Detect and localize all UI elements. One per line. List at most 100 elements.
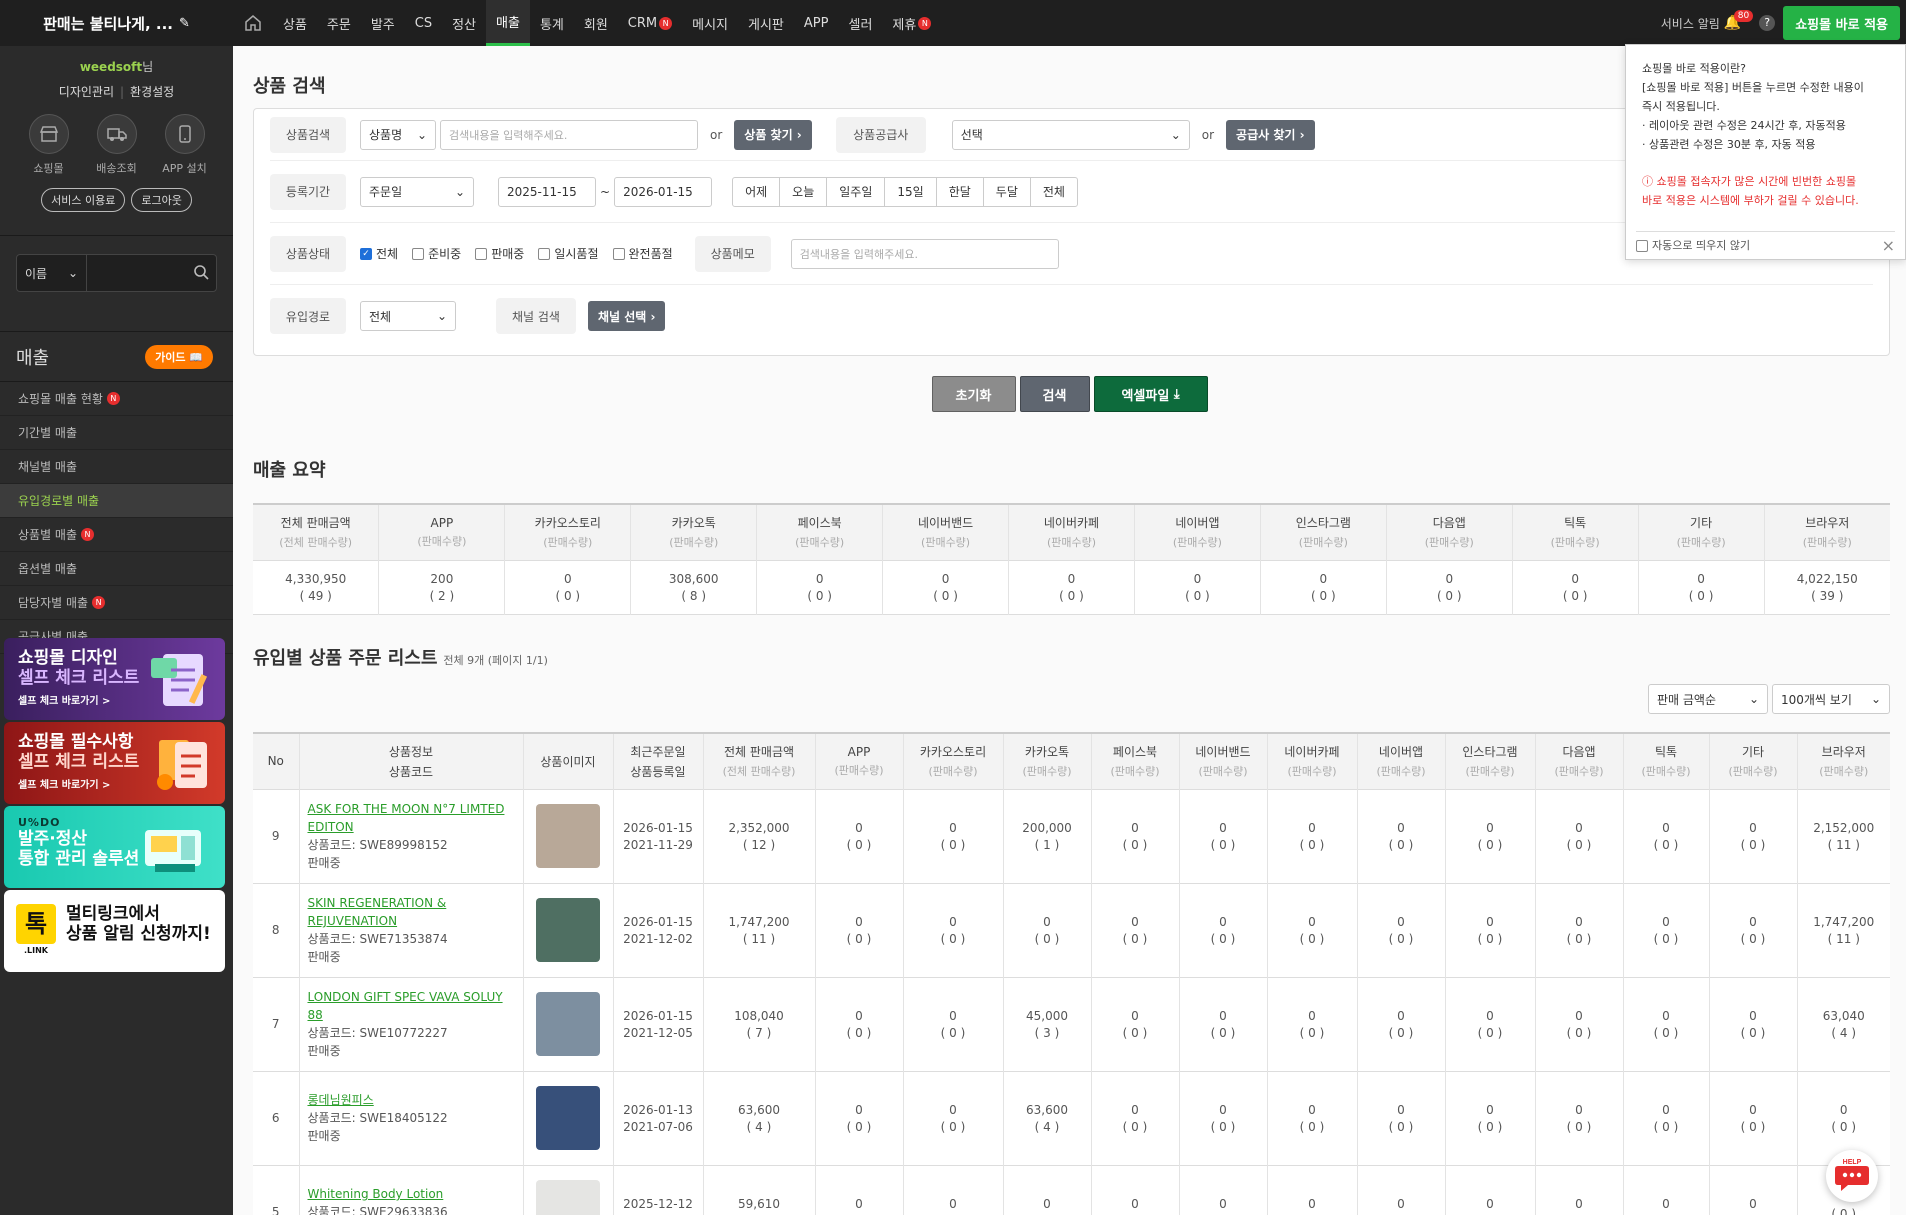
product-thumbnail[interactable] [536,1180,600,1215]
supplier-select[interactable]: 선택 ⌄ [951,119,1190,150]
page-size-select[interactable]: 100개씩 보기 ⌄ [1772,684,1890,714]
sidebar-item-6[interactable]: 담당자별 매출 N [0,586,233,620]
find-product-button[interactable]: 상품 찾기 › [734,119,812,150]
nav-item-11[interactable]: APP [794,0,839,46]
list-header-sub: (전체 판매수량) [722,765,796,779]
table-row: 7 LONDON GIFT SPEC VAVA SOLUY 88 상품코드: SWE… [253,977,1890,1071]
period-button-5[interactable]: 두달 [984,177,1031,206]
product-thumbnail[interactable] [536,1086,600,1150]
bell-icon[interactable]: 🔔 80 [1724,10,1754,31]
product-name-link[interactable]: SKIN REGENERATION & REJUVENATION [308,894,515,930]
no-auto-popup-checkbox[interactable]: 자동으로 띄우지 않기 [1636,236,1750,255]
period-button-2[interactable]: 일주일 [827,177,886,206]
nav-item-4[interactable]: 정산 [442,0,486,46]
nav-item-6[interactable]: 통계 [530,0,574,46]
sidebar-item-5[interactable]: 옵션별 매출 [0,552,233,586]
summary-header-title: 네이버카페 [1043,516,1100,531]
sales-amount: 0 [855,1196,863,1211]
banner-design-checklist[interactable]: 쇼핑몰 디자인 셀프 체크 리스트 셀프 체크 바로가기 > [4,638,225,720]
status-checkbox-2[interactable]: 판매중 [475,245,524,262]
apply-shop-button[interactable]: 쇼핑몰 바로 적용 [1783,6,1900,40]
excel-button[interactable]: 엑셀파일 ⤓ [1093,376,1208,412]
date-to-input[interactable]: 2026-01-15 [614,176,713,207]
status-checkbox-3[interactable]: 일시품절 [538,245,599,262]
service-fee-button[interactable]: 서비스 이용료 [41,188,126,212]
sidebar-item-4[interactable]: 상품별 매출 N [0,518,233,552]
registered-date: 2021-12-05 [623,1025,693,1040]
period-button-3[interactable]: 15일 [885,177,937,206]
product-field-select[interactable]: 상품명 ⌄ [360,119,436,150]
logout-button[interactable]: 로그아웃 [131,188,192,212]
nav-home[interactable] [233,0,273,46]
nav-item-3[interactable]: CS [405,0,442,46]
nav-item-7[interactable]: 회원 [574,0,618,46]
sales-amount: 2,152,000 [1813,820,1875,835]
date-from-input[interactable]: 2025-11-15 [498,176,596,207]
sales-amount: 0 [1308,1008,1316,1023]
brand-logo[interactable]: 판매는 불티나게, ... ✎ [0,0,233,46]
search-type-select[interactable]: 이름 ⌄ [17,255,87,291]
sales-amount: 0 [1662,1196,1670,1211]
summary-header: 카카오스토리 (판매수량) [504,504,632,560]
route-select[interactable]: 전체 ⌄ [360,301,456,331]
settings-link[interactable]: 환경설정 [130,85,174,99]
sort-select[interactable]: 판매 금액순 ⌄ [1648,684,1768,714]
quick-app-install[interactable]: APP 설치 [158,114,212,176]
search-icon[interactable] [186,264,216,283]
channel-select-button[interactable]: 채널 선택 › [588,301,666,331]
reset-button[interactable]: 초기화 [931,376,1016,412]
service-alert-label[interactable]: 서비스 알림 [1661,15,1720,32]
quick-delivery[interactable]: 배송조회 [90,114,144,176]
nav-item-13[interactable]: 제휴 N [882,0,941,46]
memo-input[interactable]: 검색내용을 입력해주세요. [790,238,1059,269]
design-manage-link[interactable]: 디자인관리 [59,85,114,99]
nav-item-1[interactable]: 주문 [317,0,361,46]
summary-header-title: 네이버앱 [1175,516,1220,531]
product-name-link[interactable]: LONDON GIFT SPEC VAVA SOLUY 88 [308,988,515,1024]
product-name-link[interactable]: Whitening Body Lotion [308,1185,515,1203]
period-button-1[interactable]: 오늘 [780,177,828,206]
nav-item-9[interactable]: 메시지 [682,0,738,46]
sidebar-item-0[interactable]: 쇼핑몰 매출 현황 N [0,382,233,416]
nav-item-10[interactable]: 게시판 [738,0,794,46]
search-button[interactable]: 검색 [1019,376,1090,412]
banner-required-checklist[interactable]: 쇼핑몰 필수사항 셀프 체크 리스트 셀프 체크 바로가기 > [4,722,225,804]
channel-label: 채널 검색 [496,298,576,334]
status-checkbox-0[interactable]: ✓ 전체 [360,245,398,262]
nav-item-5[interactable]: 매출 [486,0,530,46]
product-name-link[interactable]: ASK FOR THE MOON N°7 LIMTED EDITON [308,800,515,836]
product-thumbnail[interactable] [536,898,600,962]
nav-item-8[interactable]: CRM N [618,0,682,46]
banner-order-solution[interactable]: U%DO 발주·정산 통합 관리 솔루션 [4,806,225,888]
nav-item-12[interactable]: 셀러 [838,0,882,46]
sales-cell: 0 ( 0 ) [1623,789,1710,883]
sidebar-item-label: 기간별 매출 [18,426,78,440]
quick-shop[interactable]: 쇼핑몰 [22,114,76,176]
status-checkbox-1[interactable]: 준비중 [412,245,461,262]
chevron-down-icon: ⌄ [1870,692,1881,706]
nav-item-0[interactable]: 상품 [273,0,317,46]
nav-item-2[interactable]: 발주 [361,0,405,46]
close-icon[interactable]: × [1882,236,1895,255]
help-chat-button[interactable]: HELP [1826,1150,1878,1202]
help-icon[interactable]: ? [1759,15,1776,31]
banner-multilink[interactable]: 톡 .LINK 멀티링크에서 상품 알림 신청까지! [4,890,225,972]
period-button-4[interactable]: 한달 [937,177,984,206]
period-button-0[interactable]: 어제 [733,177,781,206]
product-name-link[interactable]: 롱데님원피스 [308,1091,515,1109]
status-checkbox-4[interactable]: 완전품절 [612,245,673,262]
product-thumbnail[interactable] [536,992,600,1056]
sidebar-item-2[interactable]: 채널별 매출 [0,450,233,484]
keyword-input[interactable]: 검색내용을 입력해주세요. [440,119,698,150]
nav-label: 게시판 [748,17,784,33]
period-button-6[interactable]: 전체 [1031,178,1077,206]
sidebar-item-3[interactable]: 유입경로별 매출 [0,484,233,518]
date-type-select[interactable]: 주문일 ⌄ [360,176,474,207]
sales-amount: 63,040 [1822,1008,1865,1023]
product-thumbnail[interactable] [536,804,600,868]
sidebar-item-1[interactable]: 기간별 매출 [0,416,233,450]
guide-button[interactable]: 가이드 📖 [145,344,213,369]
find-supplier-button[interactable]: 공급사 찾기 › [1226,119,1315,150]
list-title: 유입별 상품 주문 리스트 [253,648,438,669]
sidebar-item-label: 상품별 매출 [18,528,78,542]
